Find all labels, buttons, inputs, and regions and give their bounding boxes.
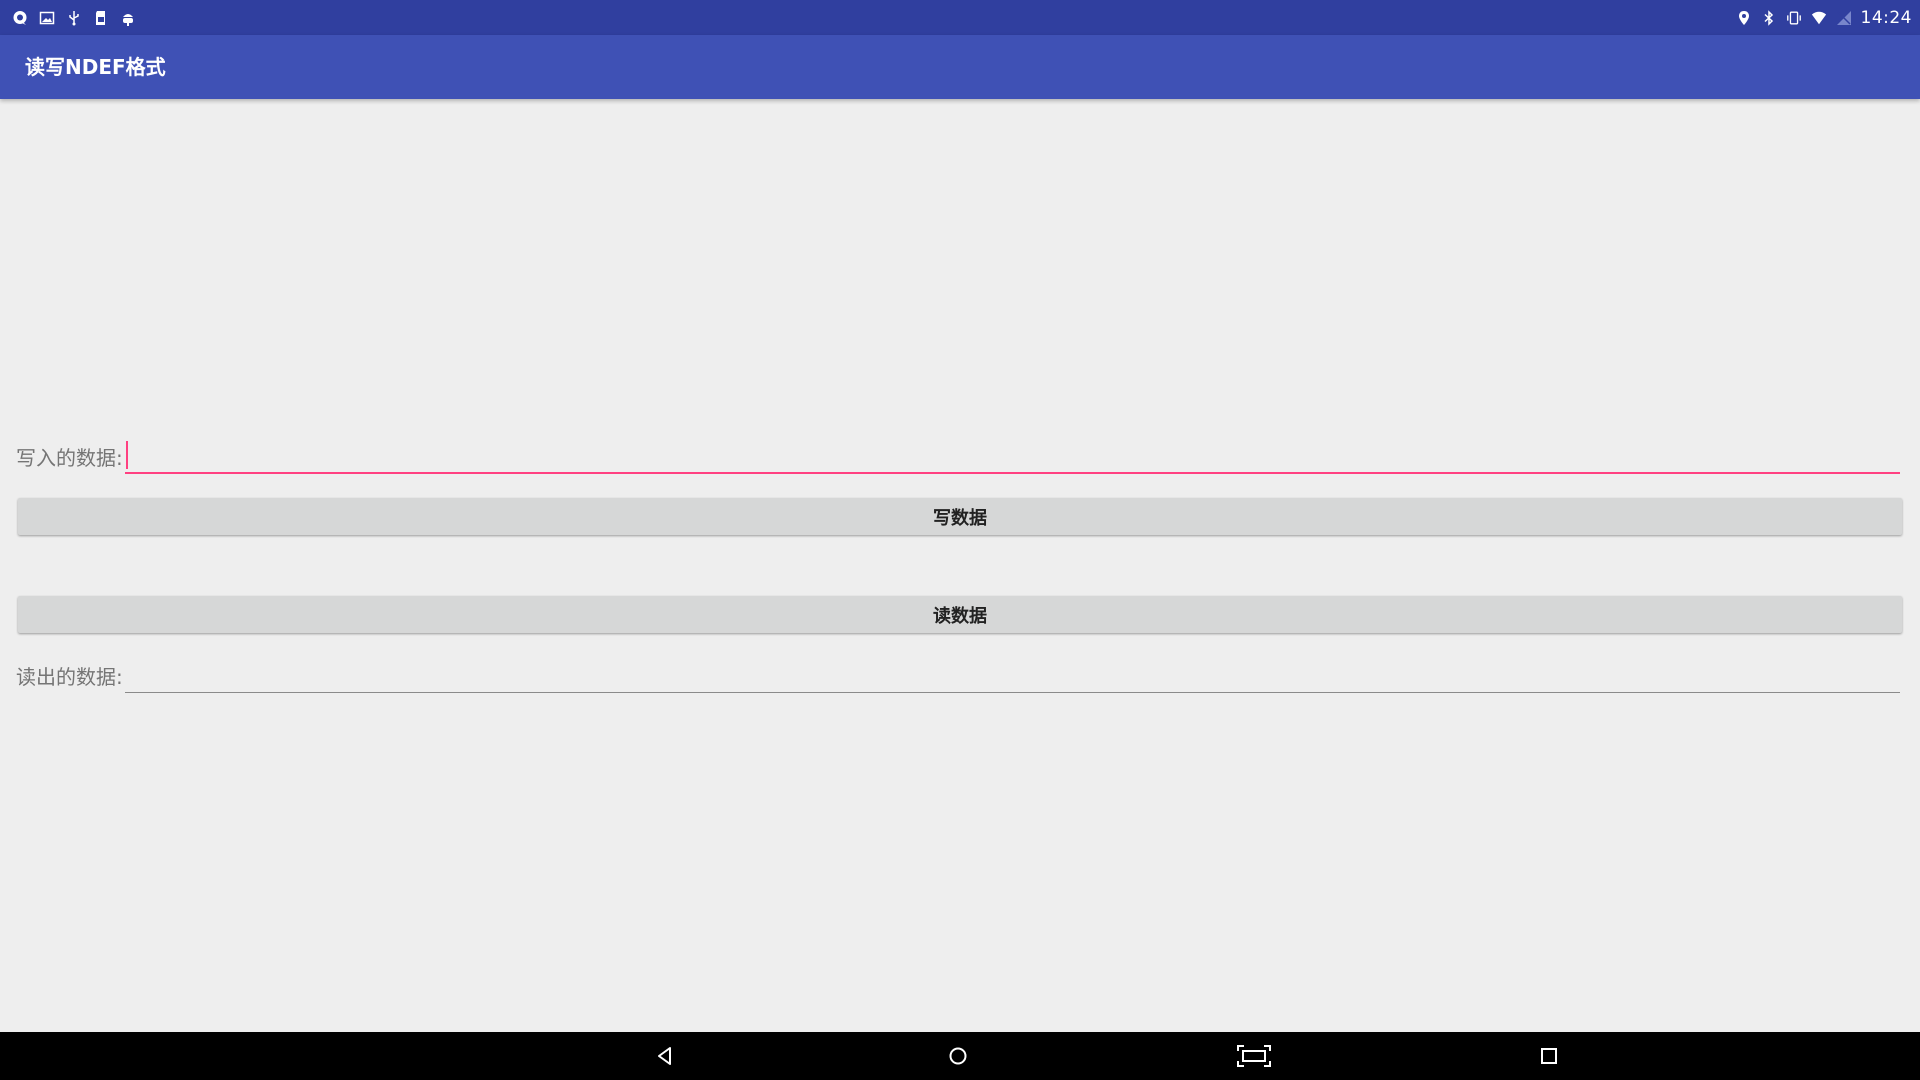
- wifi-icon: [1811, 10, 1827, 26]
- read-data-button[interactable]: 读数据: [18, 596, 1902, 633]
- app-title: 读写NDEF格式: [25, 55, 166, 79]
- write-data-label: 写入的数据:: [16, 446, 123, 470]
- recents-button[interactable]: [1519, 1032, 1579, 1080]
- app-bar: 读写NDEF格式: [0, 35, 1920, 99]
- status-right-icons: 14:24: [1736, 0, 1913, 35]
- image-icon: [39, 10, 55, 26]
- status-time: 14:24: [1860, 7, 1912, 28]
- screenshot-icon: [1237, 1045, 1271, 1067]
- location-icon: [1736, 10, 1752, 26]
- write-data-input[interactable]: [128, 440, 1898, 470]
- vibrate-icon: [1786, 10, 1802, 26]
- status-left-icons: [12, 0, 136, 35]
- read-data-label: 读出的数据:: [16, 665, 123, 689]
- android-debug-icon: [120, 10, 136, 26]
- recents-icon: [1541, 1048, 1557, 1064]
- bluetooth-icon: [1761, 9, 1777, 26]
- back-button[interactable]: [635, 1032, 695, 1080]
- home-icon: [949, 1047, 967, 1065]
- sd-card-icon: [93, 10, 109, 26]
- text-cursor: [126, 441, 128, 469]
- no-signal-icon: [1836, 10, 1852, 26]
- read-data-underline: [125, 692, 1900, 693]
- back-icon: [658, 1047, 671, 1065]
- navigation-bar: [0, 1032, 1920, 1080]
- screenshot-button[interactable]: [1224, 1032, 1284, 1080]
- write-data-underline: [125, 472, 1900, 474]
- chat-bubble-icon: [12, 10, 28, 26]
- write-data-button[interactable]: 写数据: [18, 498, 1902, 535]
- status-bar: 14:24: [0, 0, 1920, 35]
- read-data-output[interactable]: [128, 659, 1898, 689]
- usb-icon: [66, 10, 82, 26]
- home-button[interactable]: [928, 1032, 988, 1080]
